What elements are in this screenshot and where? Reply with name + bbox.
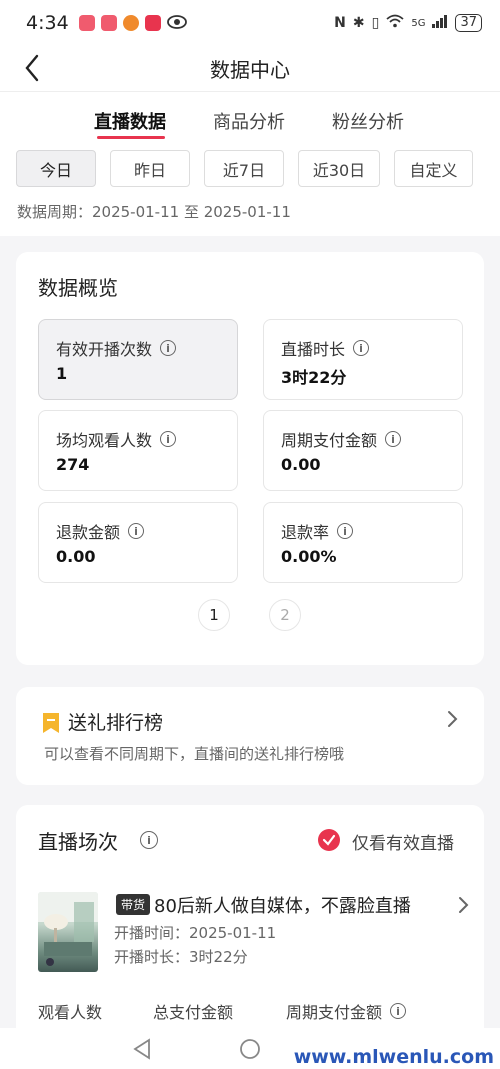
live-thumbnail	[38, 892, 98, 972]
weibo-icon	[122, 15, 139, 31]
metric-refund-rate[interactable]: 退款率 i 0.00%	[263, 502, 463, 583]
metric-valid-sessions[interactable]: 有效开播次数 i 1	[38, 319, 238, 400]
stat-label-viewers: 观看人数	[38, 1003, 103, 1022]
check-icon	[322, 834, 336, 846]
signal-icon	[432, 14, 448, 32]
page-1-button[interactable]: 1	[198, 599, 230, 631]
gift-ranking-subtitle: 可以查看不同周期下，直播间的送礼排行榜哦	[44, 745, 345, 763]
metric-value: 0.00%	[281, 547, 337, 566]
bluetooth-icon: ✱	[352, 15, 365, 31]
notification-icons	[78, 14, 187, 33]
metric-label: 周期支付金额 i	[281, 427, 402, 451]
gift-ranking-title: 送礼排行榜	[68, 712, 164, 734]
metric-value: 0.00	[281, 455, 321, 474]
metric-value: 0.00	[56, 547, 96, 566]
goods-tag: 带货	[116, 894, 151, 915]
live-sessions-card: 直播场次 i 仅看有效直播 带货 80后新人做自媒体，不露脸直播 开播时间：20…	[16, 805, 484, 1045]
network-type: 5G	[411, 17, 426, 29]
chevron-right-icon	[459, 897, 469, 913]
metric-refund-amount[interactable]: 退款金额 i 0.00	[38, 502, 238, 583]
metric-label: 有效开播次数 i	[56, 336, 177, 360]
vibrate-icon: ▯	[371, 15, 380, 31]
live-session-title: 80后新人做自媒体，不露脸直播	[154, 896, 411, 917]
battery-indicator: 37	[455, 14, 482, 32]
tab-live-data[interactable]: 直播数据	[94, 108, 166, 134]
range-custom-button[interactable]: 自定义	[394, 150, 473, 187]
active-tab-indicator	[97, 136, 165, 139]
range-30days-button[interactable]: 近30日	[298, 150, 380, 187]
tab-bar: 直播数据 商品分析 粉丝分析	[0, 92, 500, 142]
info-icon[interactable]: i	[390, 1003, 407, 1019]
page-title: 数据中心	[210, 58, 290, 82]
info-icon[interactable]: i	[353, 340, 370, 356]
info-icon[interactable]: i	[160, 340, 177, 356]
app-notification-icon	[144, 15, 161, 31]
info-icon[interactable]: i	[140, 831, 158, 849]
range-today-button[interactable]: 今日	[16, 150, 96, 187]
app-notification-icon	[100, 15, 117, 31]
range-yesterday-button[interactable]: 昨日	[110, 150, 190, 187]
gift-ranking-icon	[41, 712, 61, 738]
metric-live-duration[interactable]: 直播时长 i 3时22分	[263, 319, 463, 400]
nav-home-icon[interactable]	[239, 1038, 261, 1060]
nav-back-icon[interactable]	[132, 1038, 152, 1060]
metric-label: 退款率 i	[281, 519, 354, 543]
range-7days-button[interactable]: 近7日	[204, 150, 284, 187]
eye-icon	[166, 14, 187, 33]
back-button[interactable]	[12, 48, 52, 88]
stat-label-period-payment: 周期支付金额 i	[286, 999, 407, 1023]
tab-fan-analysis[interactable]: 粉丝分析	[332, 108, 404, 134]
status-bar: 4:34 N ✱ ▯ 5G 37	[0, 0, 500, 46]
tab-product-analysis[interactable]: 商品分析	[213, 108, 285, 134]
gift-ranking-card[interactable]: 送礼排行榜 可以查看不同周期下，直播间的送礼排行榜哦	[16, 687, 484, 785]
metric-value: 274	[56, 455, 90, 474]
only-valid-label[interactable]: 仅看有效直播	[352, 829, 454, 854]
page-2-button[interactable]: 2	[269, 599, 301, 631]
stat-label-total-payment: 总支付金额	[153, 1003, 234, 1022]
system-status: N ✱ ▯ 5G 37	[334, 14, 482, 32]
app-notification-icon	[78, 15, 95, 31]
data-period: 数据周期：2025-01-11 至 2025-01-11	[0, 194, 500, 236]
status-time: 4:34	[26, 12, 69, 34]
info-icon[interactable]: i	[337, 523, 354, 539]
metric-label: 直播时长 i	[281, 336, 370, 360]
chevron-right-icon	[448, 711, 458, 727]
metric-period-payment[interactable]: 周期支付金额 i 0.00	[263, 410, 463, 491]
live-duration: 开播时长：3时22分	[114, 948, 248, 966]
overview-card: 数据概览 有效开播次数 i 1 直播时长 i 3时22分 场均观看人数 i 274 周…	[16, 252, 484, 665]
metric-avg-viewers[interactable]: 场均观看人数 i 274	[38, 410, 238, 491]
live-start-time: 开播时间：2025-01-11	[114, 924, 277, 942]
nav-bar: 数据中心	[0, 46, 500, 92]
info-icon[interactable]: i	[128, 523, 145, 539]
info-icon[interactable]: i	[385, 431, 402, 447]
info-icon[interactable]: i	[160, 431, 177, 447]
live-sessions-title: 直播场次	[38, 830, 118, 854]
wifi-icon	[386, 14, 404, 32]
metric-value: 1	[56, 364, 68, 383]
metric-label: 场均观看人数 i	[56, 427, 177, 451]
watermark: www.mlwenlu.com	[293, 1046, 494, 1068]
metric-value: 3时22分	[281, 368, 347, 387]
metric-label: 退款金额 i	[56, 519, 145, 543]
system-nav-bar: www.mlwenlu.com	[0, 1028, 500, 1069]
date-range-selector: 今日 昨日 近7日 近30日 自定义	[0, 142, 500, 194]
overview-title: 数据概览	[38, 276, 118, 300]
nfc-icon: N	[334, 15, 346, 31]
only-valid-checkbox[interactable]	[318, 829, 340, 851]
chevron-left-icon	[25, 54, 39, 82]
